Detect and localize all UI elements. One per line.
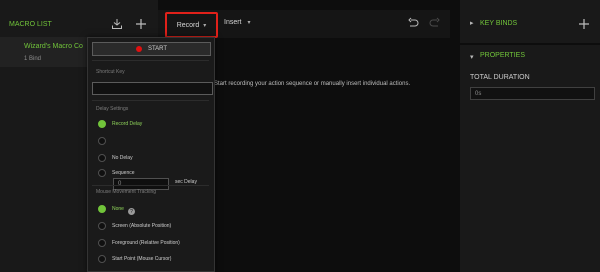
chevron-down-icon: ▾ [247, 20, 251, 26]
properties-title: PROPERTIES [480, 52, 525, 59]
empty-state-message: Start recording your action sequence or … [214, 81, 411, 87]
radio-none[interactable]: None [98, 204, 124, 214]
key-binds-title: KEY BINDS [480, 20, 518, 27]
chevron-down-icon: ▾ [203, 22, 207, 29]
radio-indicator [98, 255, 106, 263]
record-button[interactable]: Record ▾ [165, 12, 218, 38]
delay-settings-label: Delay Settings [96, 106, 129, 112]
panel-divider [460, 43, 600, 45]
total-duration-value: 0s [475, 90, 482, 97]
divider [92, 60, 209, 61]
record-label: Record [176, 21, 200, 29]
foreground-label: Foreground (Relative Position) [112, 240, 180, 246]
redo-icon[interactable] [429, 17, 441, 31]
radio-record-delay[interactable]: Record Delay [98, 119, 142, 129]
radio-screen[interactable]: Screen (Absolute Position) [98, 221, 171, 231]
radio-sequence[interactable]: Sequence [98, 168, 135, 178]
macro-item-sub: 1 Bind [24, 56, 42, 62]
radio-indicator [98, 169, 106, 177]
screen-label: Screen (Absolute Position) [112, 223, 172, 229]
delay-seconds-value: 0 [118, 181, 122, 187]
radio-no-delay[interactable]: No Delay [98, 153, 133, 163]
start-label: START [147, 46, 168, 52]
undo-icon[interactable] [407, 17, 419, 31]
radio-indicator [98, 205, 106, 213]
chevron-down-icon: ▾ [470, 54, 474, 61]
sequence-label: Sequence [112, 170, 135, 176]
add-macro-icon[interactable] [134, 17, 148, 31]
shortcut-key-input[interactable] [92, 82, 213, 95]
none-label: None [112, 206, 124, 212]
info-icon[interactable]: ? [128, 208, 135, 215]
record-dot-icon [135, 46, 142, 52]
radio-foreground[interactable]: Foreground (Relative Position) [98, 238, 180, 248]
macro-item-title: Wizard's Macro Co [24, 43, 83, 50]
record-delay-label: Record Delay [112, 121, 143, 127]
radio-indicator [98, 239, 106, 247]
macro-list-title: MACRO LIST [9, 21, 52, 28]
radio-fixed-delay[interactable] [98, 136, 106, 146]
radio-indicator [98, 137, 106, 145]
radio-indicator [98, 154, 106, 162]
shortcut-key-label: Shortcut Key [96, 69, 125, 75]
total-duration-field: 0s [470, 87, 595, 100]
chevron-right-icon: ▸ [470, 20, 474, 27]
divider [92, 100, 209, 101]
radio-start-point[interactable]: Start Point (Mouse Cursor) [98, 254, 171, 264]
radio-indicator [98, 120, 106, 128]
insert-label: Insert [224, 19, 242, 26]
divider [92, 185, 209, 186]
mouse-tracking-label: Mouse Movement Tracking [96, 189, 157, 195]
import-icon[interactable] [110, 17, 124, 31]
right-panel [460, 0, 600, 272]
record-dropdown: START Shortcut Key Delay Settings Record… [87, 37, 215, 272]
add-keybind-icon[interactable] [578, 18, 590, 32]
start-point-label: Start Point (Mouse Cursor) [112, 256, 172, 262]
total-duration-label: TOTAL DURATION [470, 74, 530, 81]
radio-indicator [98, 222, 106, 230]
no-delay-label: No Delay [112, 155, 133, 161]
start-button[interactable]: START [92, 42, 211, 56]
insert-button[interactable]: Insert ▾ [224, 19, 251, 26]
